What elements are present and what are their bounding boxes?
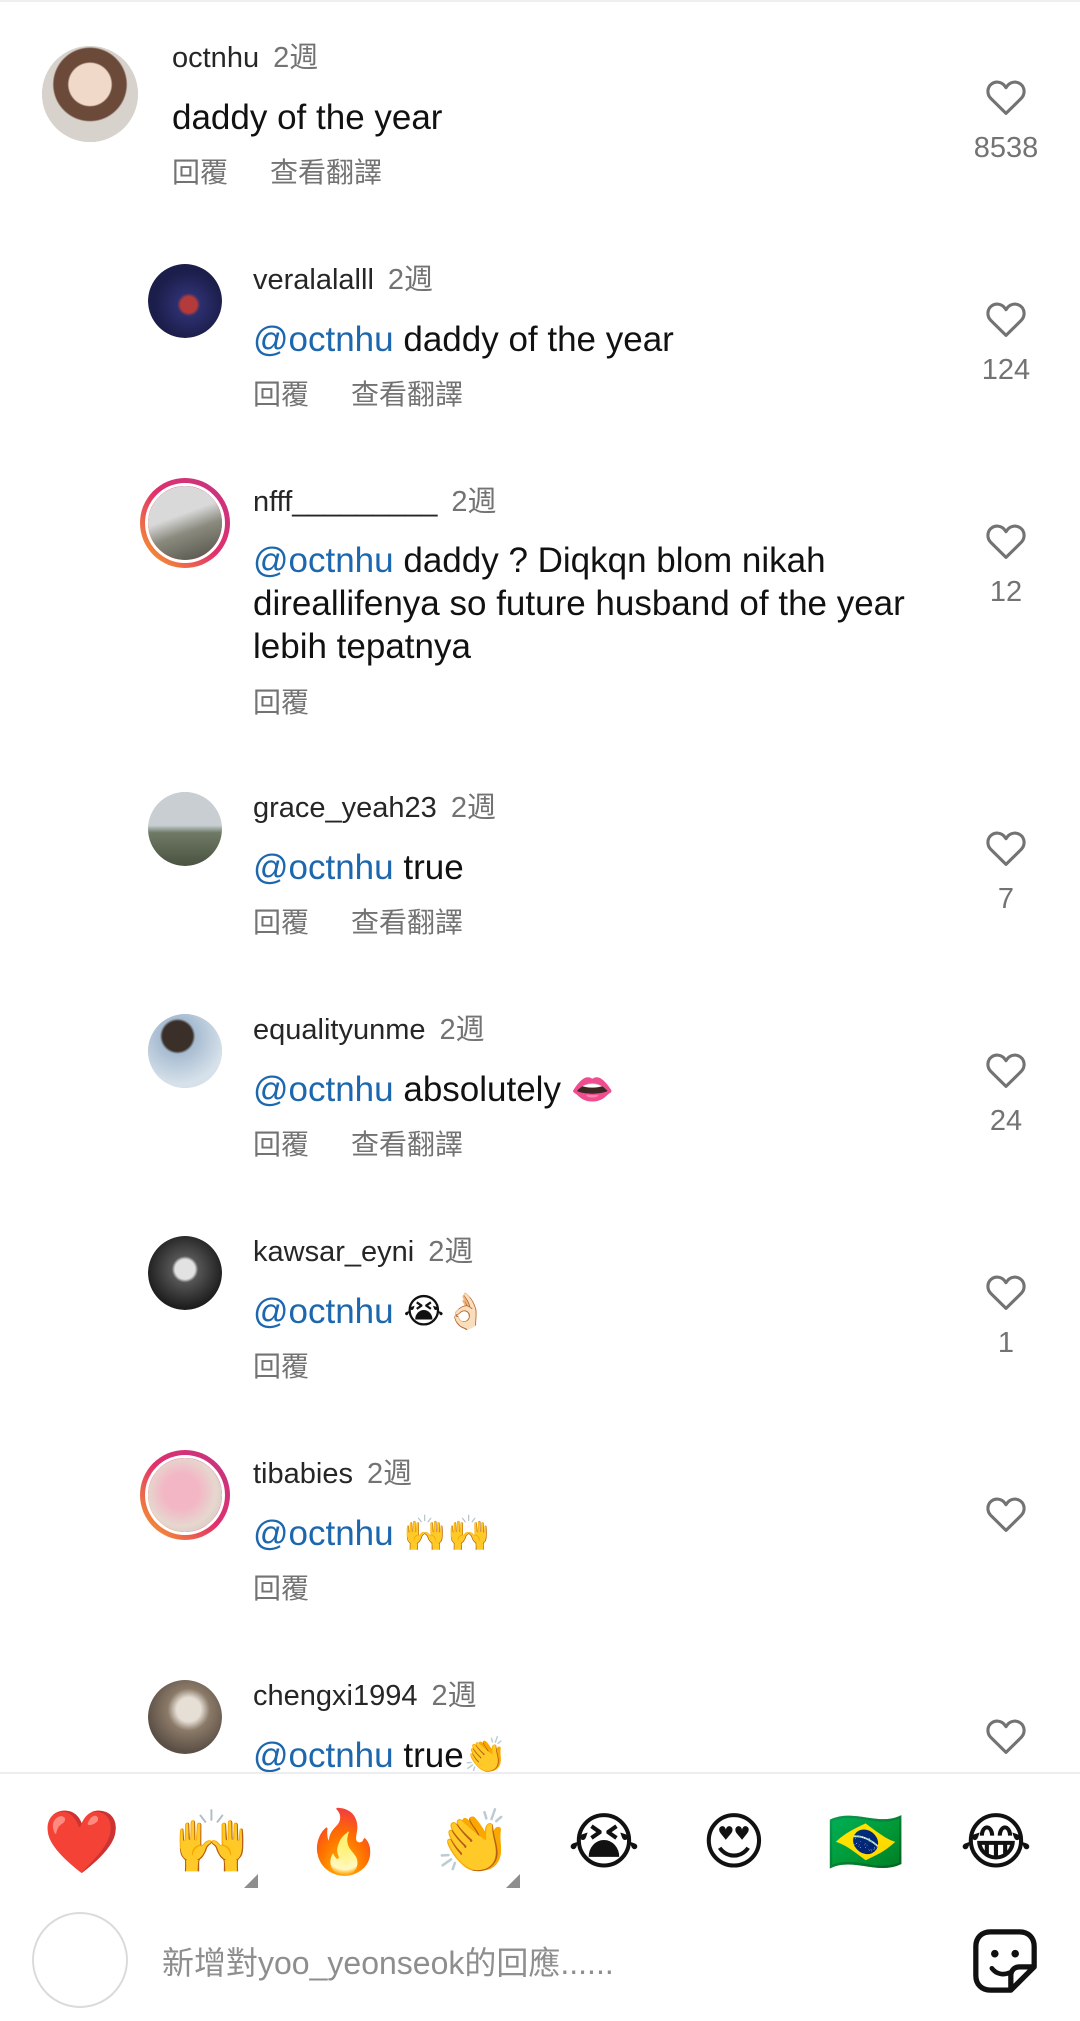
heart-outline-icon[interactable] (985, 1717, 1027, 1755)
quick-reactions-row: ❤️ 🙌 🔥 👏 😭 😍 🇧🇷 😂 (0, 1802, 1080, 1892)
comment-text: @octnhu daddy of the year (253, 320, 674, 359)
comment-text: @octnhu 😭👌🏻 (253, 1292, 488, 1331)
avatar[interactable] (148, 1236, 222, 1310)
reaction-fire-emoji[interactable]: 🔥 (304, 1802, 384, 1882)
heart-outline-icon[interactable] (985, 1273, 1027, 1311)
reply-button[interactable]: 回覆 (253, 1128, 309, 1162)
like-control: 1 (972, 1273, 1040, 1361)
timestamp: 2週 (451, 486, 497, 518)
username[interactable]: veralalalll (253, 264, 374, 296)
reaction-crying-emoji[interactable]: 😭 (564, 1802, 644, 1882)
avatar[interactable] (148, 792, 222, 866)
see-translation-button[interactable]: 查看翻譯 (270, 156, 382, 190)
avatar[interactable] (42, 46, 138, 142)
reply-button[interactable]: 回覆 (172, 156, 228, 190)
mention-link[interactable]: @octnhu (253, 1292, 394, 1331)
reply-button[interactable]: 回覆 (253, 1572, 309, 1606)
like-count: 24 (989, 1105, 1023, 1137)
reply-button[interactable]: 回覆 (253, 686, 309, 720)
like-count: 1 (997, 1327, 1015, 1359)
timestamp: 2週 (387, 264, 434, 296)
skin-tone-indicator-icon (506, 1874, 520, 1888)
username[interactable]: kawsar_eyni (253, 1236, 414, 1268)
reaction-heart-eyes-emoji[interactable]: 😍 (694, 1802, 774, 1882)
top-divider (0, 0, 1080, 2)
avatar[interactable] (148, 264, 222, 338)
mention-link[interactable]: @octnhu (253, 320, 394, 359)
like-count: 124 (981, 354, 1031, 386)
mention-link[interactable]: @octnhu (253, 848, 394, 887)
sticker-icon[interactable] (970, 1926, 1040, 1996)
username[interactable]: nfff_________ (253, 486, 437, 518)
reply-button[interactable]: 回覆 (253, 378, 309, 412)
reply-input[interactable]: 新增對yoo_yeonseok的回應...... (162, 1938, 614, 1984)
see-translation-button[interactable]: 查看翻譯 (351, 906, 463, 940)
timestamp: 2週 (431, 1680, 477, 1712)
like-control: 12 (972, 522, 1040, 610)
username[interactable]: tibabies (253, 1458, 353, 1490)
like-control (972, 1495, 1040, 1533)
reply-composer-bar: ❤️ 🙌 🔥 👏 😭 😍 🇧🇷 😂 新增對yoo_yeonseok的回應....… (0, 1772, 1080, 2021)
avatar[interactable] (148, 1680, 222, 1754)
avatar[interactable] (148, 1014, 222, 1088)
comment-text: daddy of the year (172, 98, 443, 137)
timestamp: 2週 (273, 42, 319, 74)
timestamp: 2週 (450, 792, 496, 824)
reaction-laughing-emoji[interactable]: 😂 (956, 1802, 1036, 1882)
like-control: 8538 (972, 78, 1040, 166)
comments-screen: octnhu 2週 daddy of the year 回覆 查看翻譯 8538 v… (0, 0, 1080, 2021)
comment-text: @octnhu true👏 (253, 1736, 508, 1775)
username[interactable]: grace_yeah23 (253, 792, 437, 824)
reaction-clapping-emoji[interactable]: 👏 (434, 1802, 520, 1888)
like-control (972, 1717, 1040, 1755)
like-count: 8538 (973, 132, 1039, 164)
reaction-heart-emoji[interactable]: ❤️ (42, 1802, 122, 1882)
mention-link[interactable]: @octnhu (253, 1514, 394, 1553)
reply-button[interactable]: 回覆 (253, 1350, 309, 1384)
like-control: 24 (972, 1051, 1040, 1139)
mention-link[interactable]: @octnhu (253, 1070, 394, 1109)
heart-outline-icon[interactable] (985, 1051, 1027, 1089)
like-count: 12 (989, 576, 1023, 608)
username[interactable]: octnhu (172, 42, 259, 74)
heart-outline-icon[interactable] (985, 522, 1027, 560)
heart-outline-icon[interactable] (985, 1495, 1027, 1533)
reaction-raising-hands-emoji[interactable]: 🙌 (172, 1802, 258, 1888)
avatar-with-story-ring[interactable] (140, 1450, 230, 1540)
username[interactable]: chengxi1994 (253, 1680, 417, 1712)
reaction-brazil-flag-emoji[interactable]: 🇧🇷 (826, 1802, 906, 1882)
comment-text: @octnhu absolutely 👄 (253, 1070, 615, 1109)
avatar-with-story-ring[interactable] (140, 478, 230, 568)
mention-link[interactable]: @octnhu (253, 541, 394, 580)
mention-link[interactable]: @octnhu (253, 1736, 394, 1775)
like-count: 7 (997, 883, 1015, 915)
comment-text: @octnhu 🙌🙌 (253, 1514, 491, 1553)
skin-tone-indicator-icon (244, 1874, 258, 1888)
like-control: 7 (972, 829, 1040, 917)
timestamp: 2週 (366, 1458, 413, 1490)
heart-outline-icon[interactable] (985, 829, 1027, 867)
heart-outline-icon[interactable] (985, 300, 1027, 338)
see-translation-button[interactable]: 查看翻譯 (351, 378, 463, 412)
current-user-avatar (32, 1912, 128, 2008)
reply-button[interactable]: 回覆 (253, 906, 309, 940)
timestamp: 2週 (428, 1236, 474, 1268)
comment-text: @octnhu daddy ? Diqkqn blom nikah direal… (253, 541, 905, 666)
comment-text: @octnhu true (253, 848, 464, 887)
heart-outline-icon[interactable] (985, 78, 1027, 116)
see-translation-button[interactable]: 查看翻譯 (351, 1128, 463, 1162)
like-control: 124 (972, 300, 1040, 388)
timestamp: 2週 (439, 1014, 485, 1046)
username[interactable]: equalityunme (253, 1014, 426, 1046)
